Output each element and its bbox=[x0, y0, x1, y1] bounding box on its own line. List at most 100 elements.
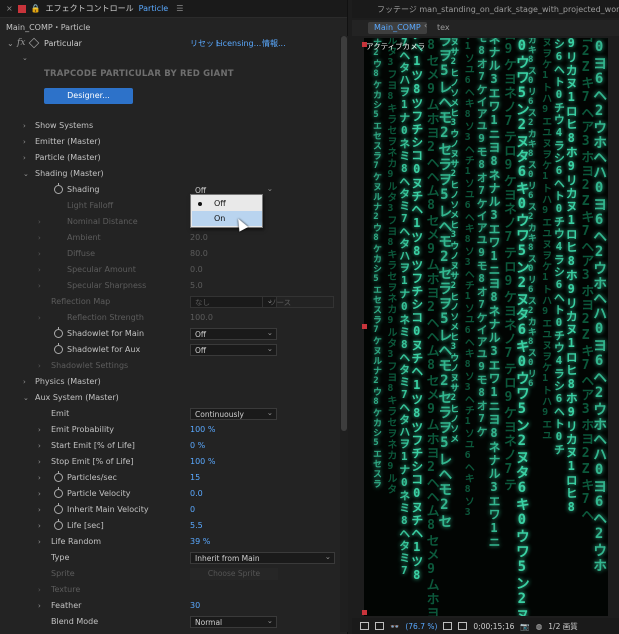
lock-icon[interactable]: 🔒 bbox=[31, 4, 41, 13]
property-value[interactable]: 0 bbox=[190, 502, 195, 518]
grid-icon[interactable] bbox=[443, 622, 453, 630]
chevron-down-icon[interactable]: ⌄ bbox=[22, 54, 28, 62]
chevron-right-icon[interactable]: › bbox=[38, 438, 41, 454]
scrollbar[interactable] bbox=[340, 36, 348, 632]
property-row-diffuse[interactable]: › Diffuse 80.0 bbox=[0, 246, 342, 262]
chevron-right-icon[interactable]: › bbox=[38, 582, 41, 598]
property-row-specular-amount[interactable]: › Specular Amount 0.0 bbox=[0, 262, 342, 278]
licensing-link[interactable]: Licensing... bbox=[216, 39, 261, 48]
property-row-type[interactable]: Type Inherit from Main bbox=[0, 550, 342, 566]
property-dropdown[interactable]: Normal bbox=[190, 615, 277, 628]
chevron-right-icon[interactable]: › bbox=[38, 246, 41, 262]
viewer-canvas[interactable]: アクティブカメラ ナ2ウ8ケカシ5エセスラ7ケヌルナ2ウ8ケカシ5エセスラ7ケヌ… bbox=[364, 38, 608, 616]
chevron-right-icon[interactable]: › bbox=[23, 374, 26, 390]
property-row-specular-sharpness[interactable]: › Specular Sharpness 5.0 bbox=[0, 278, 342, 294]
resolution[interactable]: 1/2 画質 bbox=[548, 621, 577, 632]
shading-dropdown-popup[interactable]: Off On bbox=[190, 194, 263, 228]
property-dropdown[interactable]: Continuously bbox=[190, 407, 277, 420]
monitor-icon[interactable] bbox=[375, 622, 384, 630]
chevron-left-icon[interactable]: ‹ bbox=[424, 21, 427, 30]
chevron-right-icon[interactable]: › bbox=[38, 486, 41, 502]
property-row-show-systems[interactable]: › Show Systems bbox=[0, 118, 342, 134]
glasses-icon[interactable]: 👓 bbox=[390, 622, 399, 631]
property-row-aux-system-master[interactable]: ⌄ Aux System (Master) bbox=[0, 390, 342, 406]
property-row-nominal-distance[interactable]: › Nominal Distance bbox=[0, 214, 342, 230]
chevron-right-icon[interactable]: › bbox=[38, 310, 41, 326]
property-row-texture[interactable]: › Texture bbox=[0, 582, 342, 598]
stopwatch-icon[interactable] bbox=[54, 183, 63, 194]
tab-tex[interactable]: tex bbox=[437, 22, 450, 34]
property-row-feather[interactable]: › Feather 30 bbox=[0, 598, 342, 614]
property-value[interactable]: 15 bbox=[190, 470, 200, 486]
property-row-particles-sec[interactable]: › Particles/sec 15 bbox=[0, 470, 342, 486]
property-row-shading[interactable]: Shading Off bbox=[0, 182, 342, 198]
info-link[interactable]: 情報... bbox=[262, 38, 286, 49]
property-dropdown[interactable]: Inherit from Main bbox=[190, 551, 335, 564]
fx-icon[interactable]: fx bbox=[17, 38, 25, 48]
tab-main-comp[interactable]: Main_COMP bbox=[368, 22, 427, 34]
property-row-shading-master[interactable]: ⌄ Shading (Master) bbox=[0, 166, 342, 182]
stopwatch-icon[interactable] bbox=[54, 519, 63, 530]
property-row-physics-master[interactable]: › Physics (Master) bbox=[0, 374, 342, 390]
chevron-right-icon[interactable]: › bbox=[38, 262, 41, 278]
chevron-right-icon[interactable]: › bbox=[38, 230, 41, 246]
color-wheel-icon[interactable]: ◍ bbox=[536, 622, 543, 631]
stopwatch-icon[interactable] bbox=[54, 327, 63, 338]
property-row-inherit-main-velocity[interactable]: › Inherit Main Velocity 0 bbox=[0, 502, 342, 518]
chevron-right-icon[interactable]: › bbox=[38, 470, 41, 486]
camera-icon[interactable]: 📷 bbox=[520, 622, 529, 631]
property-row-emitter-master[interactable]: › Emitter (Master) bbox=[0, 134, 342, 150]
property-row-emit[interactable]: Emit Continuously bbox=[0, 406, 342, 422]
popup-option-off[interactable]: Off bbox=[192, 196, 262, 211]
property-row-emit-probability[interactable]: › Emit Probability 100 % bbox=[0, 422, 342, 438]
stopwatch-icon[interactable] bbox=[54, 487, 63, 498]
chevron-down-icon[interactable]: ⌄ bbox=[23, 390, 29, 406]
property-row-blend-mode[interactable]: Blend Mode Normal bbox=[0, 614, 342, 630]
property-row-reflection-map[interactable]: Reflection Mapなしソース bbox=[0, 294, 342, 310]
property-dropdown[interactable]: Off bbox=[190, 327, 277, 340]
property-row-light-falloff[interactable]: Light Falloff bbox=[0, 198, 342, 214]
property-value[interactable]: 0.0 bbox=[190, 486, 203, 502]
stopwatch-icon[interactable] bbox=[54, 343, 63, 354]
property-row-shadowlet-for-aux[interactable]: Shadowlet for Aux Off bbox=[0, 342, 342, 358]
property-row-life-sec[interactable]: › Life [sec] 5.5 bbox=[0, 518, 342, 534]
stopwatch-icon[interactable] bbox=[54, 471, 63, 482]
chevron-right-icon[interactable]: › bbox=[38, 534, 41, 550]
chevron-right-icon[interactable]: › bbox=[38, 214, 41, 230]
designer-button[interactable]: Designer... bbox=[44, 88, 133, 104]
display-icon[interactable] bbox=[360, 622, 369, 630]
chevron-right-icon[interactable]: › bbox=[23, 134, 26, 150]
property-value[interactable]: 0 % bbox=[190, 438, 205, 454]
property-row-shadowlet-for-main[interactable]: Shadowlet for Main Off bbox=[0, 326, 342, 342]
property-row-life-random[interactable]: › Life Random 39 % bbox=[0, 534, 342, 550]
property-row-particle-master[interactable]: › Particle (Master) bbox=[0, 150, 342, 166]
property-value[interactable]: 100 % bbox=[190, 422, 215, 438]
property-row-ambient[interactable]: › Ambient 20.0 bbox=[0, 230, 342, 246]
timecode[interactable]: 0;00;15;16 bbox=[473, 622, 514, 631]
property-row-shadowlet-settings[interactable]: › Shadowlet Settings bbox=[0, 358, 342, 374]
footage-tab-title[interactable]: フッテージ man_standing_on_dark_stage_with_pr… bbox=[377, 4, 619, 15]
region-icon[interactable] bbox=[458, 622, 468, 630]
chevron-right-icon[interactable]: › bbox=[38, 598, 41, 614]
panel-menu-icon[interactable]: ☰ bbox=[176, 4, 183, 13]
chevron-right-icon[interactable]: › bbox=[38, 518, 41, 534]
property-row-sprite[interactable]: Sprite Choose Sprite bbox=[0, 566, 342, 582]
stopwatch-icon[interactable] bbox=[54, 503, 63, 514]
chevron-down-icon[interactable]: ⌄ bbox=[7, 39, 14, 48]
chevron-right-icon[interactable]: › bbox=[38, 278, 41, 294]
property-row-reflection-strength[interactable]: › Reflection Strength 100.0 bbox=[0, 310, 342, 326]
chevron-right-icon[interactable]: › bbox=[38, 358, 41, 374]
property-row-particle-velocity[interactable]: › Particle Velocity 0.0 bbox=[0, 486, 342, 502]
scrollbar-thumb[interactable] bbox=[341, 36, 347, 431]
chevron-right-icon[interactable]: › bbox=[38, 502, 41, 518]
panel-title[interactable]: エフェクトコントロール bbox=[46, 3, 134, 14]
zoom-level[interactable]: (76.7 %) bbox=[405, 622, 437, 631]
property-value[interactable]: 100 % bbox=[190, 454, 215, 470]
property-value[interactable]: 5.5 bbox=[190, 518, 203, 534]
chevron-right-icon[interactable]: › bbox=[23, 150, 26, 166]
property-dropdown[interactable]: Off bbox=[190, 343, 277, 356]
chevron-right-icon[interactable]: › bbox=[38, 422, 41, 438]
property-value[interactable]: 30 bbox=[190, 598, 200, 614]
chevron-right-icon[interactable]: › bbox=[23, 118, 26, 134]
chevron-right-icon[interactable]: › bbox=[38, 454, 41, 470]
